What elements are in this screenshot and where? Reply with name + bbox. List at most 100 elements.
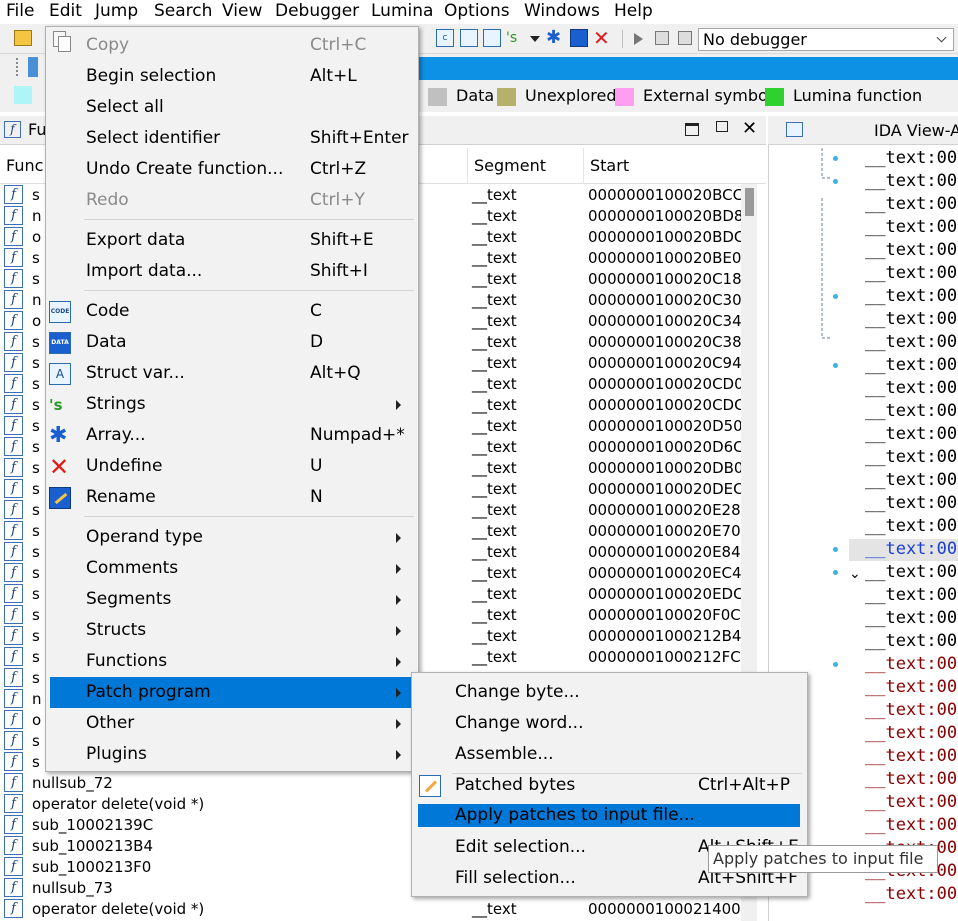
menu-item-patched-bytes[interactable]: Patched bytes Ctrl+Alt+P bbox=[412, 770, 807, 801]
disassembly-line[interactable]: __text:00 bbox=[865, 722, 957, 745]
rename-icon[interactable] bbox=[570, 29, 588, 47]
disassembly-line[interactable]: __text:00 bbox=[865, 423, 957, 446]
disassembly-line[interactable]: __text:00 bbox=[865, 446, 957, 469]
menu-item-begin-selection[interactable]: Begin selection Alt+L bbox=[46, 61, 418, 92]
stop-icon[interactable] bbox=[678, 31, 692, 45]
menu-options[interactable]: Options bbox=[444, 0, 516, 24]
play-icon[interactable] bbox=[634, 33, 643, 45]
function-name: s bbox=[32, 354, 40, 372]
disassembly-line[interactable]: __text:00 bbox=[865, 768, 957, 791]
disassembly-line[interactable]: __text:00 bbox=[865, 791, 957, 814]
column-segment[interactable]: Segment bbox=[467, 148, 583, 184]
navigation-band[interactable] bbox=[418, 57, 958, 80]
menu-item-functions[interactable]: Functions bbox=[46, 646, 418, 677]
menu-item-copy[interactable]: Copy Ctrl+C bbox=[46, 30, 418, 61]
menu-item-change-byte[interactable]: Change byte... bbox=[412, 677, 807, 708]
menu-item-patch-program[interactable]: Patch program bbox=[50, 677, 412, 708]
menu-item-rename[interactable]: Rename N bbox=[46, 482, 418, 513]
functions-tab-label[interactable]: Fu bbox=[28, 120, 46, 139]
disassembly-line[interactable]: __text:00 bbox=[865, 653, 957, 676]
data-icon[interactable] bbox=[460, 29, 478, 47]
disassembly-line[interactable]: __text:00 bbox=[865, 308, 957, 331]
menu-item-structs[interactable]: Structs bbox=[46, 615, 418, 646]
disassembly-line[interactable]: __text:00 bbox=[865, 400, 957, 423]
disassembly-line[interactable]: __text:00 bbox=[865, 699, 957, 722]
disassembly-line[interactable]: __text:00 bbox=[865, 193, 957, 216]
menu-lumina[interactable]: Lumina bbox=[371, 0, 439, 24]
column-start[interactable]: Start bbox=[583, 148, 741, 184]
menu-item-array[interactable]: ✱ Array... Numpad+* bbox=[46, 420, 418, 451]
menu-search[interactable]: Search bbox=[154, 0, 218, 24]
menu-item-other[interactable]: Other bbox=[46, 708, 418, 739]
menu-item-export-data[interactable]: Export data Shift+E bbox=[46, 225, 418, 256]
restore-icon[interactable] bbox=[716, 121, 728, 132]
maximize-icon[interactable] bbox=[685, 123, 699, 136]
menu-file[interactable]: File bbox=[6, 0, 40, 24]
menu-item-assemble[interactable]: Assemble... bbox=[412, 739, 807, 770]
menu-item-select-all[interactable]: Select all bbox=[46, 92, 418, 123]
disassembly-line[interactable]: __text:00 bbox=[865, 515, 957, 538]
menu-item-data[interactable]: DATA Data D bbox=[46, 327, 418, 358]
menu-item-select-identifier[interactable]: Select identifier Shift+Enter bbox=[46, 123, 418, 154]
menu-item-undefine[interactable]: ✕ Undefine U bbox=[46, 451, 418, 482]
menu-view[interactable]: View bbox=[222, 0, 268, 24]
menu-item-struct-var[interactable]: A Struct var... Alt+Q bbox=[46, 358, 418, 389]
close-icon[interactable]: ✕ bbox=[742, 118, 757, 140]
disassembly-line[interactable]: __text:00 bbox=[865, 883, 957, 906]
function-start: 0000000100020EDC bbox=[588, 585, 744, 603]
struct-icon[interactable] bbox=[483, 29, 501, 47]
menu-windows[interactable]: Windows bbox=[524, 0, 606, 24]
table-row[interactable]: f operator delete(void *) __text 0000000100… bbox=[0, 899, 750, 920]
disassembly-line[interactable]: __text:00 bbox=[865, 331, 957, 354]
undefine-icon[interactable]: ✕ bbox=[593, 27, 611, 49]
menu-item-plugins[interactable]: Plugins bbox=[46, 739, 418, 770]
menu-item-strings[interactable]: 's Strings bbox=[46, 389, 418, 420]
disassembly-line[interactable]: __text:00 bbox=[865, 147, 957, 170]
disassembly-line[interactable]: __text:00 bbox=[865, 538, 957, 561]
strings-icon[interactable]: 's bbox=[506, 29, 524, 47]
menu-item-apply-patches[interactable]: Apply patches to input file... bbox=[418, 804, 800, 827]
column-function-name[interactable]: Func bbox=[0, 148, 43, 184]
menu-help[interactable]: Help bbox=[614, 0, 659, 24]
disassembly-line[interactable]: __text:00 bbox=[865, 216, 957, 239]
disassembly-line[interactable]: __text:00 bbox=[865, 814, 957, 837]
menu-item-undo[interactable]: Undo Create function... Ctrl+Z bbox=[46, 154, 418, 185]
code-icon[interactable]: C bbox=[436, 29, 454, 47]
open-folder-icon[interactable] bbox=[14, 30, 32, 46]
disassembly-line[interactable]: __text:00 bbox=[865, 262, 957, 285]
disassembly-line[interactable]: __text:00 bbox=[865, 285, 957, 308]
menu-jump[interactable]: Jump bbox=[95, 0, 144, 24]
disassembly-line[interactable]: __text:00 bbox=[865, 745, 957, 768]
disassembly-line[interactable]: __text:00 bbox=[865, 584, 957, 607]
menu-debugger[interactable]: Debugger bbox=[275, 0, 365, 24]
disassembly-line[interactable]: __text:00 bbox=[865, 170, 957, 193]
ida-view-tab-label[interactable]: IDA View-A bbox=[874, 121, 958, 140]
chevron-down-icon[interactable] bbox=[530, 36, 540, 42]
debugger-select-value: No debugger bbox=[703, 30, 807, 49]
ida-view-header: IDA View-A bbox=[768, 116, 958, 145]
menu-edit[interactable]: Edit bbox=[49, 0, 88, 24]
pause-icon[interactable] bbox=[655, 31, 669, 45]
legend-swatch-data bbox=[428, 88, 447, 106]
menu-item-redo[interactable]: Redo Ctrl+Y bbox=[46, 185, 418, 216]
menu-item-comments[interactable]: Comments bbox=[46, 553, 418, 584]
menu-item-operand-type[interactable]: Operand type bbox=[46, 522, 418, 553]
disassembly-line[interactable]: __text:00 bbox=[865, 561, 957, 584]
disassembly-line[interactable]: __text:00 bbox=[865, 630, 957, 653]
disassembly-line[interactable]: __text:00 bbox=[865, 492, 957, 515]
disassembly-line[interactable]: __text:00 bbox=[865, 239, 957, 262]
menu-item-change-word[interactable]: Change word... bbox=[412, 708, 807, 739]
menu-item-import-data[interactable]: Import data... Shift+I bbox=[46, 256, 418, 287]
disassembly-line[interactable]: __text:00 bbox=[865, 377, 957, 400]
array-icon[interactable]: ✱ bbox=[546, 28, 564, 48]
collapse-chevron-icon[interactable]: ⌄ bbox=[849, 566, 861, 582]
menu-item-segments[interactable]: Segments bbox=[46, 584, 418, 615]
disassembly-line[interactable]: __text:00 bbox=[865, 607, 957, 630]
disassembly-line[interactable]: __text:00 bbox=[865, 676, 957, 699]
menu-bar: File Edit Jump Search View Debugger Lumi… bbox=[0, 0, 958, 24]
functions-scrollbar-thumb[interactable] bbox=[745, 188, 754, 216]
debugger-select[interactable]: No debugger bbox=[698, 28, 954, 51]
disassembly-line[interactable]: __text:00 bbox=[865, 354, 957, 377]
menu-item-code[interactable]: CODE Code C bbox=[46, 296, 418, 327]
disassembly-line[interactable]: __text:00 bbox=[865, 469, 957, 492]
